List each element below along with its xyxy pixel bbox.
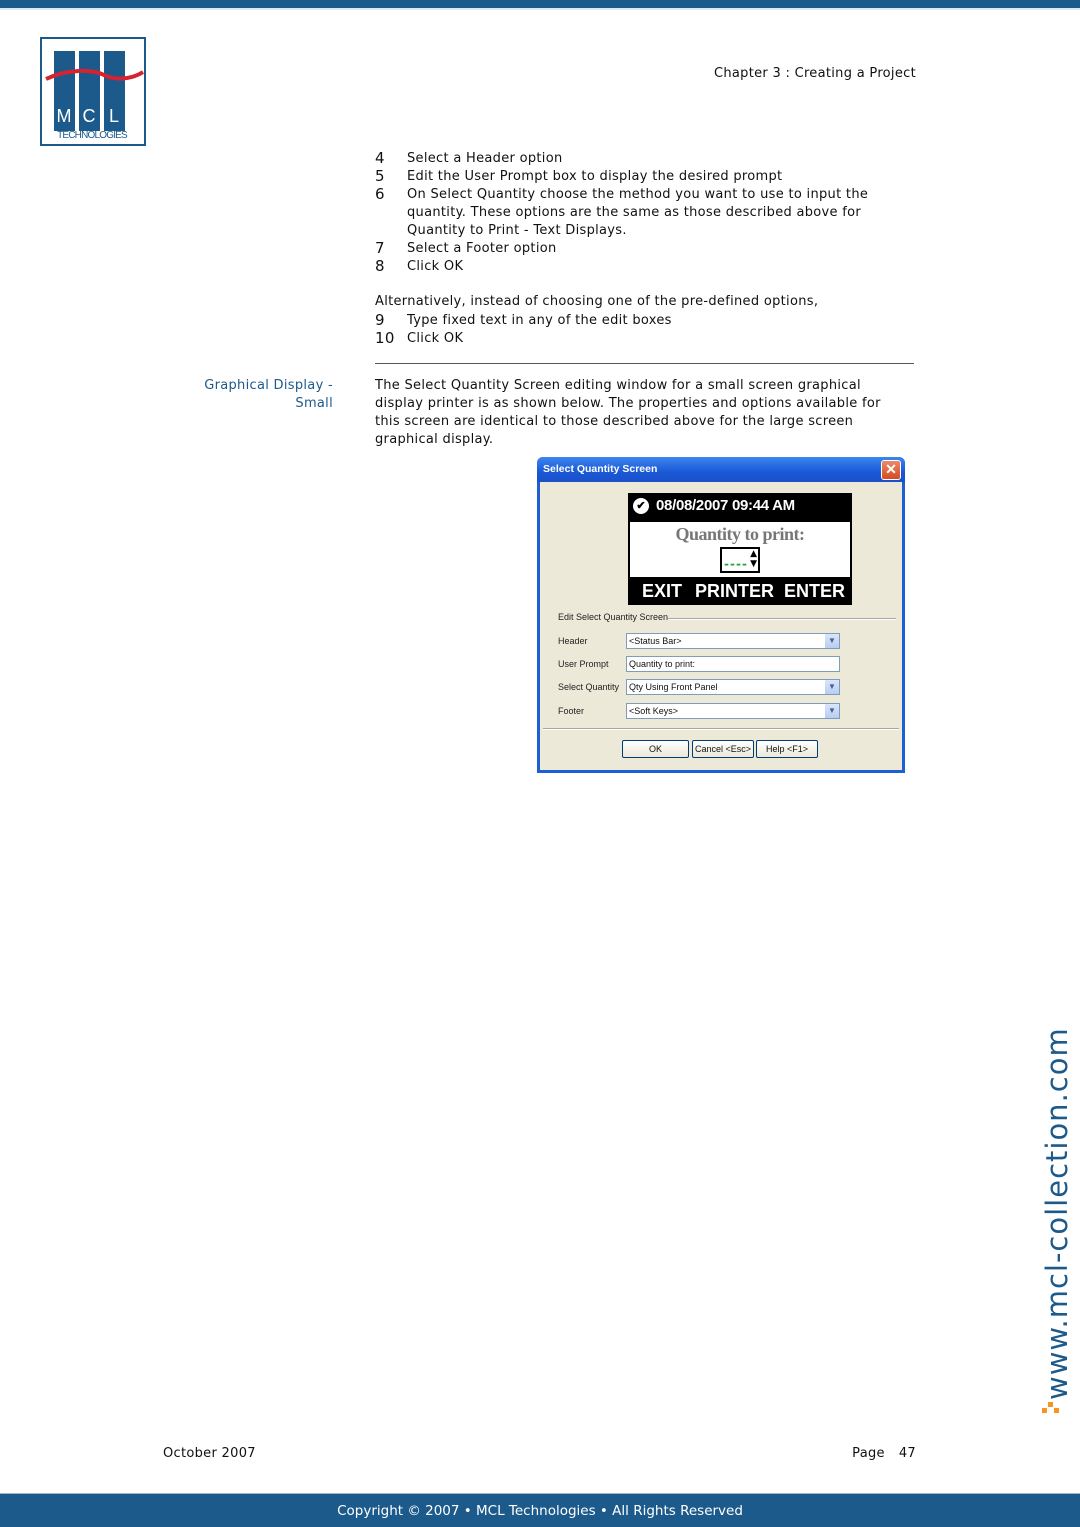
- user-prompt-input[interactable]: Quantity to print:: [626, 656, 840, 672]
- checkmark-icon: ✔: [633, 498, 649, 514]
- section-heading-line1: Graphical Display -: [204, 378, 333, 393]
- copyright-text: Copyright © 2007 • MCL Technologies • Al…: [337, 1503, 743, 1519]
- lcd-main-area: Quantity to print: ---- ▲ ▼: [630, 522, 850, 577]
- soft-key-printer: PRINTER: [695, 581, 775, 601]
- section-body: The Select Quantity Screen editing windo…: [375, 378, 881, 447]
- select-quantity-value: Qty Using Front Panel: [629, 682, 718, 692]
- footer-page: Page 47: [852, 1446, 916, 1461]
- close-icon[interactable]: ✕: [881, 460, 901, 480]
- alternative-intro: Alternatively, instead of choosing one o…: [375, 294, 819, 309]
- user-prompt-label: User Prompt: [558, 659, 609, 669]
- lcd-preview: ✔ 08/08/2007 09:44 AM Quantity to print:…: [628, 493, 852, 605]
- page-label: Page: [852, 1446, 885, 1461]
- logo-letter-c: C: [83, 106, 96, 126]
- dialog-title: Select Quantity Screen: [543, 463, 658, 475]
- step-text: On Select Quantity choose the method you…: [407, 187, 869, 238]
- chevron-down-icon[interactable]: ▼: [825, 704, 839, 718]
- step-text: Edit the User Prompt box to display the …: [407, 169, 783, 184]
- lcd-quantity-dashes: ----: [724, 557, 748, 571]
- logo-letter-l: L: [109, 106, 119, 126]
- step-number: 10: [375, 329, 395, 347]
- watermark-dots-icon: [1042, 1402, 1060, 1414]
- select-quantity-dropdown[interactable]: Qty Using Front Panel ▼: [626, 679, 840, 695]
- mcl-logo: M C L TECHNOLOGIES: [40, 37, 146, 146]
- bottom-banner-bar: Copyright © 2007 • MCL Technologies • Al…: [0, 1493, 1080, 1527]
- logo-subtitle: TECHNOLOGIES: [57, 130, 128, 141]
- select-quantity-dialog: Select Quantity Screen ✕ ✔ 08/08/2007 09…: [537, 457, 905, 773]
- lcd-quantity-spinner: ---- ▲ ▼: [720, 547, 760, 573]
- lcd-soft-keys: EXIT PRINTER ENTER: [628, 579, 852, 605]
- dialog-titlebar: Select Quantity Screen ✕: [537, 457, 905, 482]
- step-number: 8: [375, 257, 385, 275]
- ok-button[interactable]: OK: [622, 740, 689, 758]
- up-down-arrows-icon: ▲ ▼: [750, 549, 757, 569]
- footer-dropdown[interactable]: <Soft Keys> ▼: [626, 703, 840, 719]
- lcd-prompt: Quantity to print:: [675, 524, 805, 544]
- step-text: Select a Header option: [407, 151, 563, 166]
- chevron-down-icon[interactable]: ▼: [825, 634, 839, 648]
- step-text: Click OK: [407, 259, 464, 274]
- soft-key-exit: EXIT: [642, 581, 683, 601]
- dialog-body: ✔ 08/08/2007 09:44 AM Quantity to print:…: [540, 482, 902, 770]
- header-label: Header: [558, 636, 588, 646]
- cancel-button[interactable]: Cancel <Esc>: [692, 740, 754, 758]
- step-text: Click OK: [407, 331, 464, 346]
- section-heading: Graphical Display - Small: [204, 377, 333, 413]
- top-banner-bar: [0, 0, 1080, 8]
- soft-key-enter: ENTER: [784, 581, 846, 601]
- step-text: Type fixed text in any of the edit boxes: [407, 313, 672, 328]
- header-dropdown[interactable]: <Status Bar> ▼: [626, 633, 840, 649]
- chevron-down-icon[interactable]: ▼: [825, 680, 839, 694]
- chapter-heading: Chapter 3 : Creating a Project: [713, 66, 916, 81]
- footer-date: October 2007: [163, 1446, 256, 1461]
- page-number: 47: [898, 1446, 916, 1461]
- step-number: 5: [375, 167, 385, 185]
- user-prompt-value: Quantity to print:: [629, 659, 696, 669]
- footer-value: <Soft Keys>: [629, 706, 679, 716]
- header-value: <Status Bar>: [629, 636, 682, 646]
- step-number: 6: [375, 185, 385, 203]
- section-heading-line2: Small: [295, 396, 333, 411]
- lcd-status-bar: ✔ 08/08/2007 09:44 AM: [628, 493, 852, 520]
- logo-letter-m: M: [57, 106, 72, 126]
- top-banner-rule: [0, 8, 1080, 10]
- section-divider: [375, 363, 914, 364]
- step-number: 9: [375, 311, 385, 329]
- lcd-datetime: 08/08/2007 09:44 AM: [656, 497, 795, 514]
- footer-label: Footer: [558, 706, 585, 716]
- help-button[interactable]: Help <F1>: [756, 740, 818, 758]
- step-number: 4: [375, 149, 385, 167]
- button-separator: [543, 728, 899, 729]
- select-quantity-label: Select Quantity: [558, 682, 620, 692]
- website-watermark: www.mcl-collection.com: [1040, 1027, 1074, 1400]
- group-divider: [668, 618, 896, 619]
- step-text: Select a Footer option: [407, 241, 557, 256]
- step-number: 7: [375, 239, 385, 257]
- group-label: Edit Select Quantity Screen: [558, 612, 669, 622]
